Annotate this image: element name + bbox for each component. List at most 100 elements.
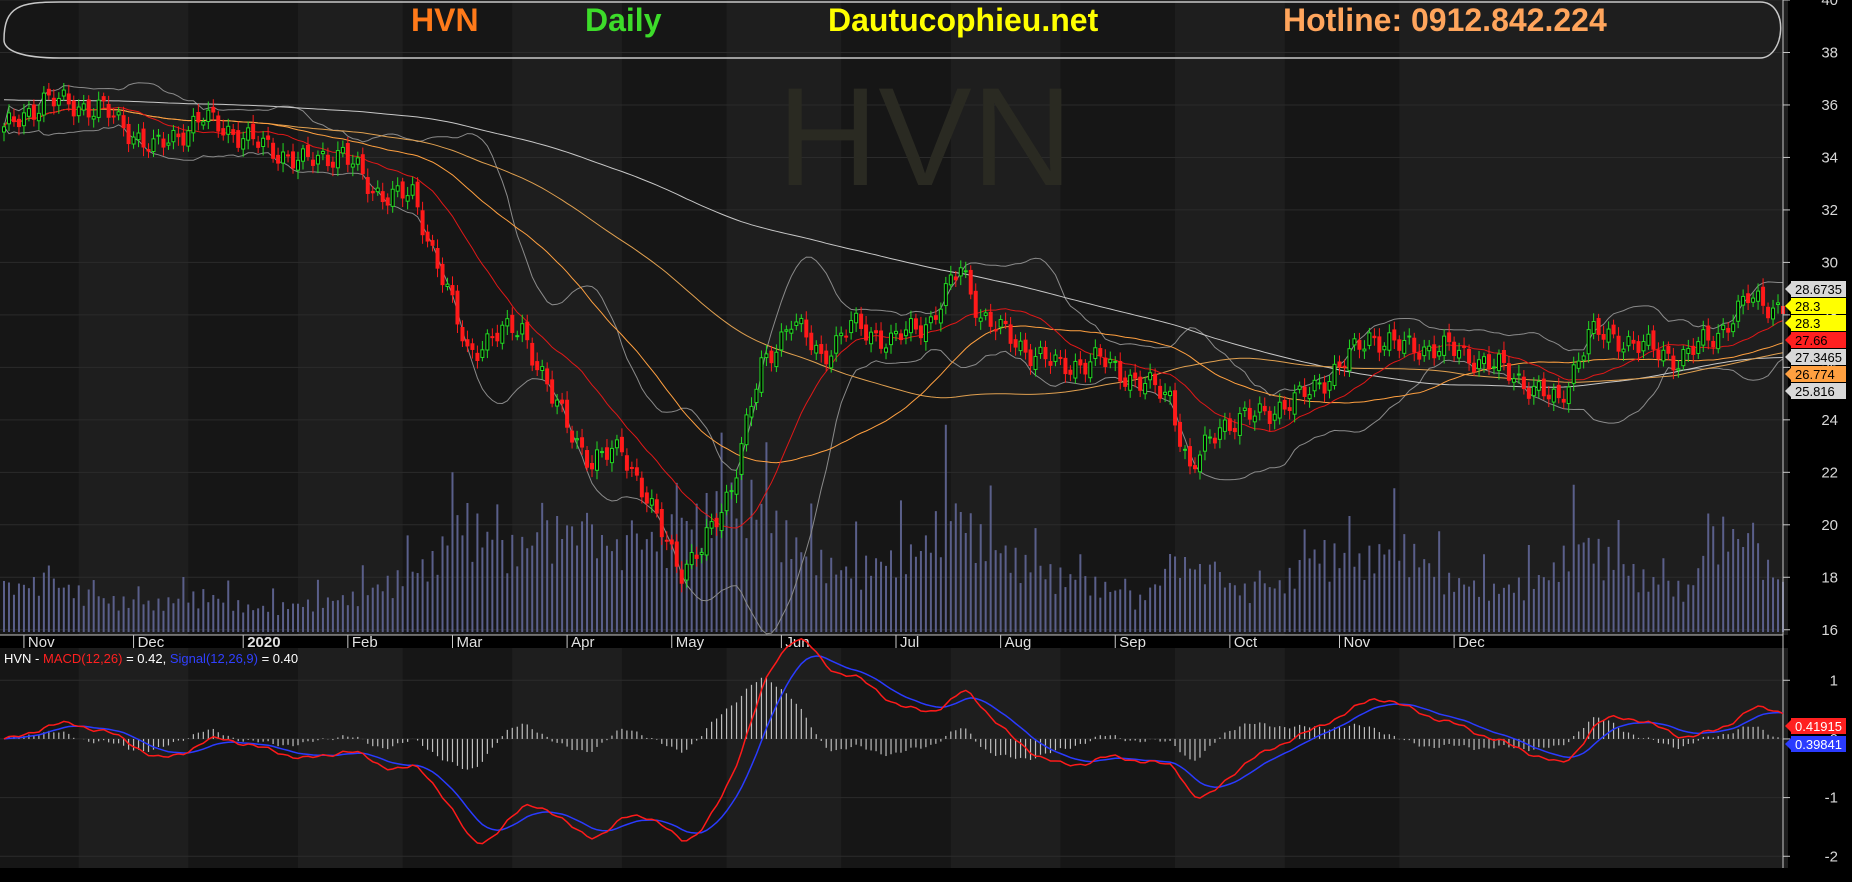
candle-body (908, 318, 913, 334)
candle-body (774, 351, 779, 368)
candle-body (1486, 354, 1491, 370)
candle-body (749, 405, 754, 418)
candle-body (1043, 346, 1048, 360)
candle-body (395, 185, 400, 192)
candle-body (1606, 328, 1611, 343)
candle-body (988, 311, 993, 327)
candle-body (844, 335, 849, 338)
candle-body (375, 187, 380, 193)
candle-body (1721, 324, 1726, 331)
candle-body (1058, 356, 1063, 359)
candle-body (824, 350, 829, 365)
site-label: Dautucophieu.net (828, 2, 1099, 38)
candle-body (1183, 448, 1188, 451)
candle-body (206, 109, 211, 123)
candle-body (1716, 332, 1721, 350)
candle-body (849, 320, 854, 334)
candle-body (495, 332, 500, 342)
macd-tick-label: -2 (1825, 848, 1838, 865)
candle-body (654, 499, 659, 514)
candle-body (291, 151, 296, 169)
candle-body (430, 240, 435, 246)
candle-body (759, 357, 764, 393)
candle-body (1372, 335, 1377, 339)
candle-body (540, 366, 545, 371)
candle-body (829, 355, 834, 369)
candle-body (918, 325, 923, 339)
candle-body (1771, 307, 1776, 320)
candle-body (490, 336, 495, 339)
candle-body (400, 181, 405, 199)
candle-body (1287, 407, 1292, 411)
candle-body (555, 399, 560, 407)
candle-body (550, 379, 555, 404)
price-value-tag-label: 26.774 (1795, 367, 1835, 382)
candle-body (819, 344, 824, 354)
candle-body (271, 142, 276, 159)
candle-body (1207, 436, 1212, 439)
candle-body (450, 285, 455, 296)
candle-body (1576, 360, 1581, 369)
candle-body (181, 132, 186, 146)
price-tick-label: 40 (1821, 0, 1838, 9)
candle-body (535, 361, 540, 371)
candle-body (679, 569, 684, 584)
price-value-tag-label: 28.3 (1795, 316, 1820, 331)
candle-body (1108, 358, 1113, 364)
candle-body (41, 92, 46, 116)
candle-body (739, 443, 744, 475)
candle-body (1128, 374, 1133, 391)
x-tick-label: Oct (1234, 634, 1258, 651)
candle-body (614, 439, 619, 449)
candle-body (1242, 407, 1247, 411)
candle-body (933, 315, 938, 320)
candle-body (176, 133, 181, 138)
candle-body (151, 138, 156, 152)
candle-body (1706, 325, 1711, 341)
price-tick-label: 30 (1821, 254, 1838, 271)
macd-value-tag-label: 0.39841 (1795, 737, 1842, 752)
candle-body (191, 115, 196, 134)
candle-body (6, 112, 11, 125)
candle-body (1447, 332, 1452, 343)
candle-body (1118, 360, 1123, 382)
x-tick-label: Dec (138, 634, 165, 651)
x-tick-label: Jul (900, 634, 919, 651)
candle-body (1093, 347, 1098, 359)
candle-body (121, 115, 126, 129)
candle-body (485, 333, 490, 351)
candle-body (1397, 339, 1402, 351)
candle-body (859, 313, 864, 329)
candle-body (360, 154, 365, 175)
candle-body (256, 141, 261, 148)
candle-body (1437, 351, 1442, 357)
candle-body (36, 112, 41, 122)
candle-body (1462, 345, 1467, 348)
candle-body (1531, 385, 1536, 397)
candle-body (968, 269, 973, 295)
candle-body (1566, 386, 1571, 405)
candle-body (664, 539, 669, 542)
candle-body (570, 430, 575, 443)
candle-body (186, 130, 191, 147)
candle-body (1467, 348, 1472, 364)
candle-body (1133, 372, 1138, 379)
candle-body (1367, 332, 1372, 346)
candle-body (1546, 394, 1551, 400)
candle-body (1736, 300, 1741, 322)
period-label: Daily (585, 2, 662, 38)
candle-body (31, 104, 36, 120)
x-tick-label: Sep (1119, 634, 1146, 651)
candle-body (1551, 388, 1556, 403)
candle-body (1337, 361, 1342, 368)
candle-body (460, 326, 465, 342)
candle-body (599, 451, 604, 454)
month-band (726, 648, 842, 868)
candle-body (1472, 362, 1477, 373)
candle-body (530, 342, 535, 366)
candle-body (1312, 379, 1317, 392)
candle-body (794, 321, 799, 326)
candle-body (1197, 454, 1202, 473)
candle-body (998, 319, 1003, 328)
candle-body (699, 551, 704, 555)
